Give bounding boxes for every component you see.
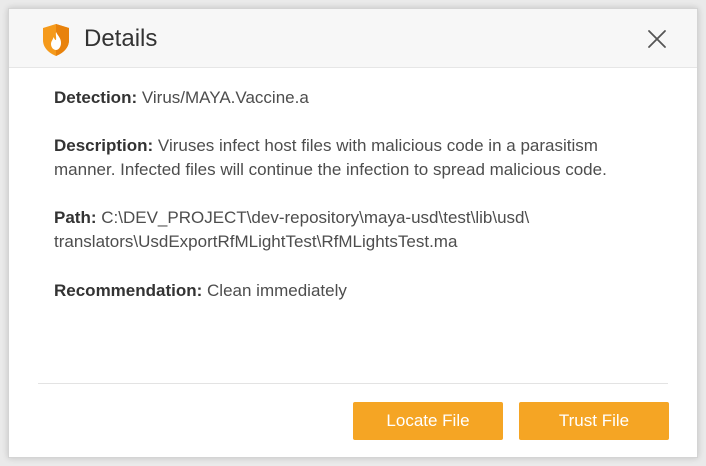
path-value-line1: C:\DEV_PROJECT\dev-repository\maya-usd\t…	[101, 208, 530, 227]
recommendation-value: Clean immediately	[207, 281, 347, 300]
description-label: Description:	[54, 136, 154, 155]
footer-divider	[38, 383, 668, 384]
trust-file-button[interactable]: Trust File	[519, 402, 669, 440]
recommendation-label: Recommendation:	[54, 281, 203, 300]
detection-label: Detection:	[54, 88, 138, 107]
shield-flame-logo-icon	[43, 24, 69, 56]
close-icon[interactable]	[645, 27, 669, 51]
path-value-line2: translators\UsdExportRfMLightTest\RfMLig…	[54, 232, 458, 251]
locate-file-button[interactable]: Locate File	[353, 402, 503, 440]
dialog-header: Details	[9, 9, 697, 68]
dialog-title: Details	[84, 25, 158, 52]
path-row: Path: C:\DEV_PROJECT\dev-repository\maya…	[54, 206, 654, 254]
description-row: Description: Viruses infect host files w…	[54, 134, 654, 182]
details-content: Detection: Virus/MAYA.Vaccine.a Descript…	[54, 86, 654, 327]
recommendation-row: Recommendation: Clean immediately	[54, 279, 654, 303]
detection-row: Detection: Virus/MAYA.Vaccine.a	[54, 86, 654, 110]
details-dialog: Details Detection: Virus/MAYA.Vaccine.a …	[8, 8, 698, 458]
path-label: Path:	[54, 208, 97, 227]
detection-value: Virus/MAYA.Vaccine.a	[141, 88, 309, 107]
